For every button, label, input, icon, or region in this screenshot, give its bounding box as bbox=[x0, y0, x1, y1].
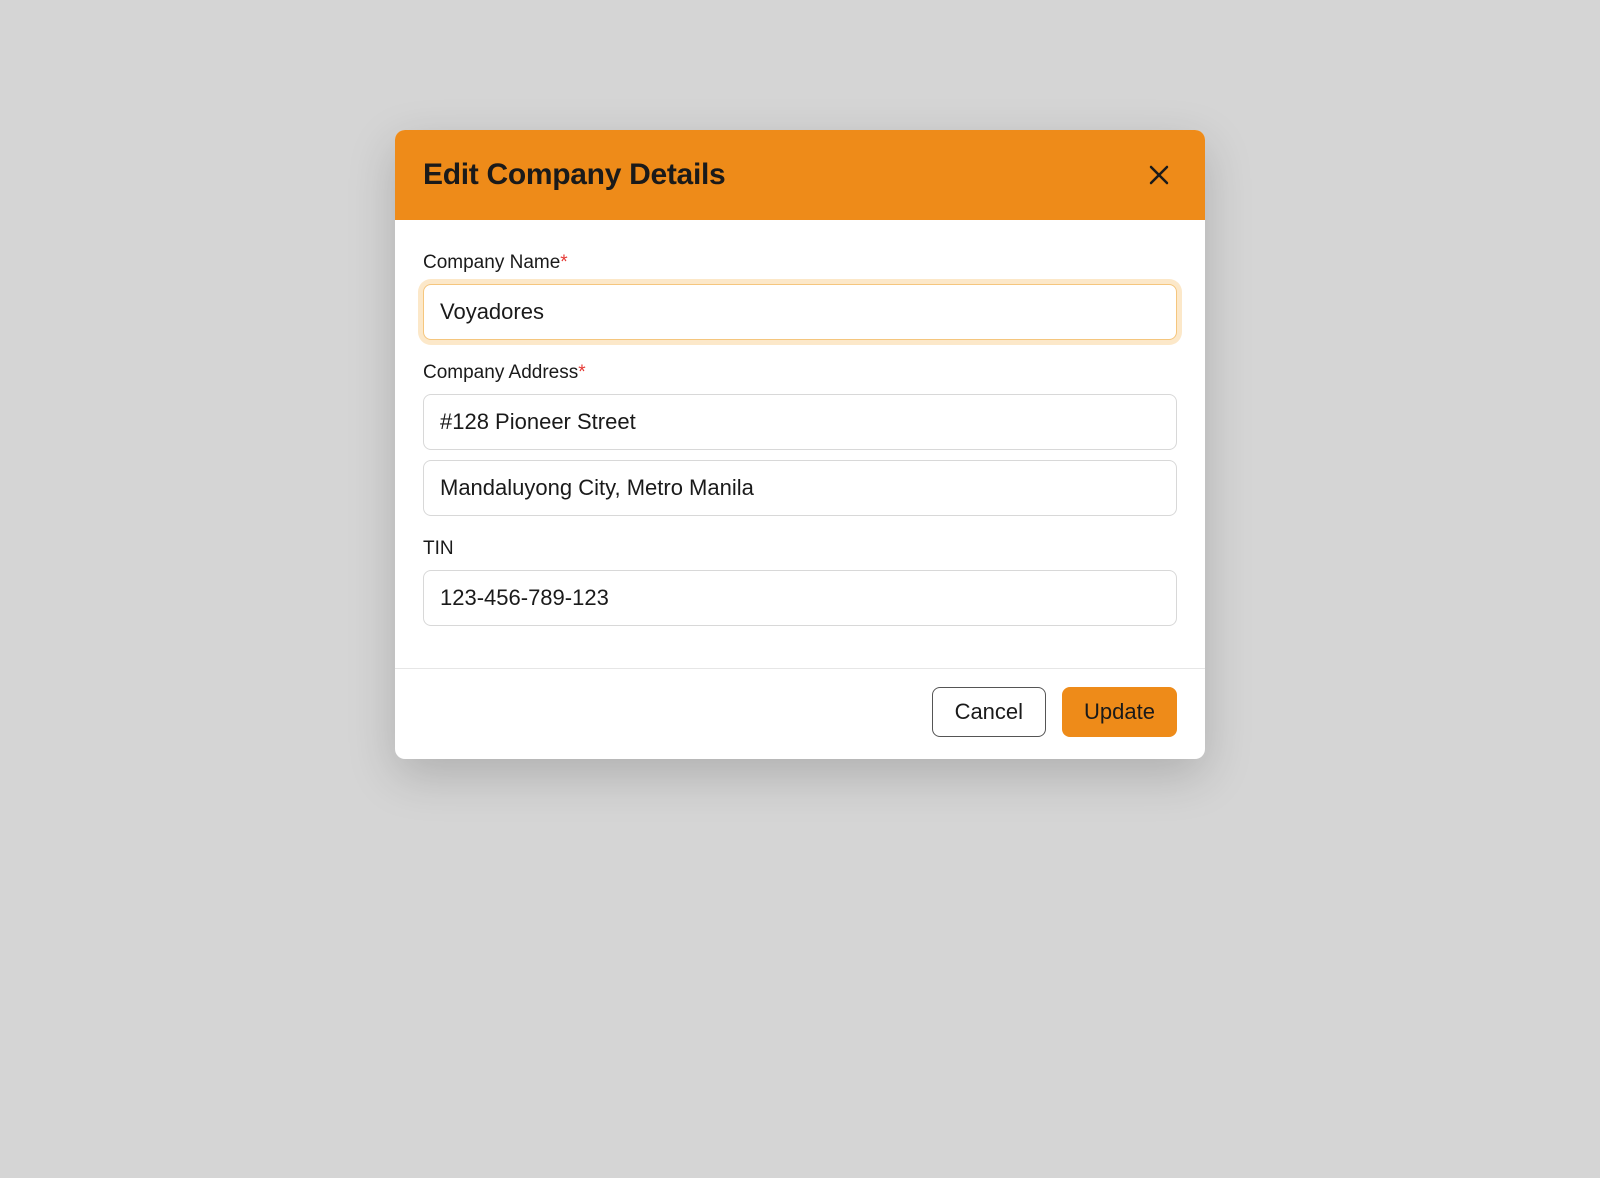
company-address-line1-input[interactable] bbox=[423, 394, 1177, 450]
modal-body: Company Name* Company Address* TIN bbox=[395, 220, 1205, 668]
required-marker: * bbox=[578, 362, 585, 383]
company-address-group: Company Address* bbox=[423, 362, 1177, 516]
company-address-line2-input[interactable] bbox=[423, 460, 1177, 516]
tin-input[interactable] bbox=[423, 570, 1177, 626]
company-address-label-text: Company Address bbox=[423, 362, 578, 383]
modal-header: Edit Company Details bbox=[395, 130, 1205, 220]
cancel-button[interactable]: Cancel bbox=[932, 687, 1046, 737]
close-button[interactable] bbox=[1143, 159, 1175, 191]
required-marker: * bbox=[560, 252, 567, 273]
tin-label: TIN bbox=[423, 538, 1177, 560]
company-name-label-text: Company Name bbox=[423, 252, 560, 273]
modal-title: Edit Company Details bbox=[423, 158, 725, 192]
company-name-label: Company Name* bbox=[423, 252, 1177, 274]
company-name-input[interactable] bbox=[423, 284, 1177, 340]
edit-company-modal: Edit Company Details Company Name* Compa… bbox=[395, 130, 1205, 759]
close-icon bbox=[1147, 163, 1171, 187]
modal-footer: Cancel Update bbox=[395, 668, 1205, 759]
update-button[interactable]: Update bbox=[1062, 687, 1177, 737]
company-name-group: Company Name* bbox=[423, 252, 1177, 340]
tin-group: TIN bbox=[423, 538, 1177, 626]
company-address-label: Company Address* bbox=[423, 362, 1177, 384]
